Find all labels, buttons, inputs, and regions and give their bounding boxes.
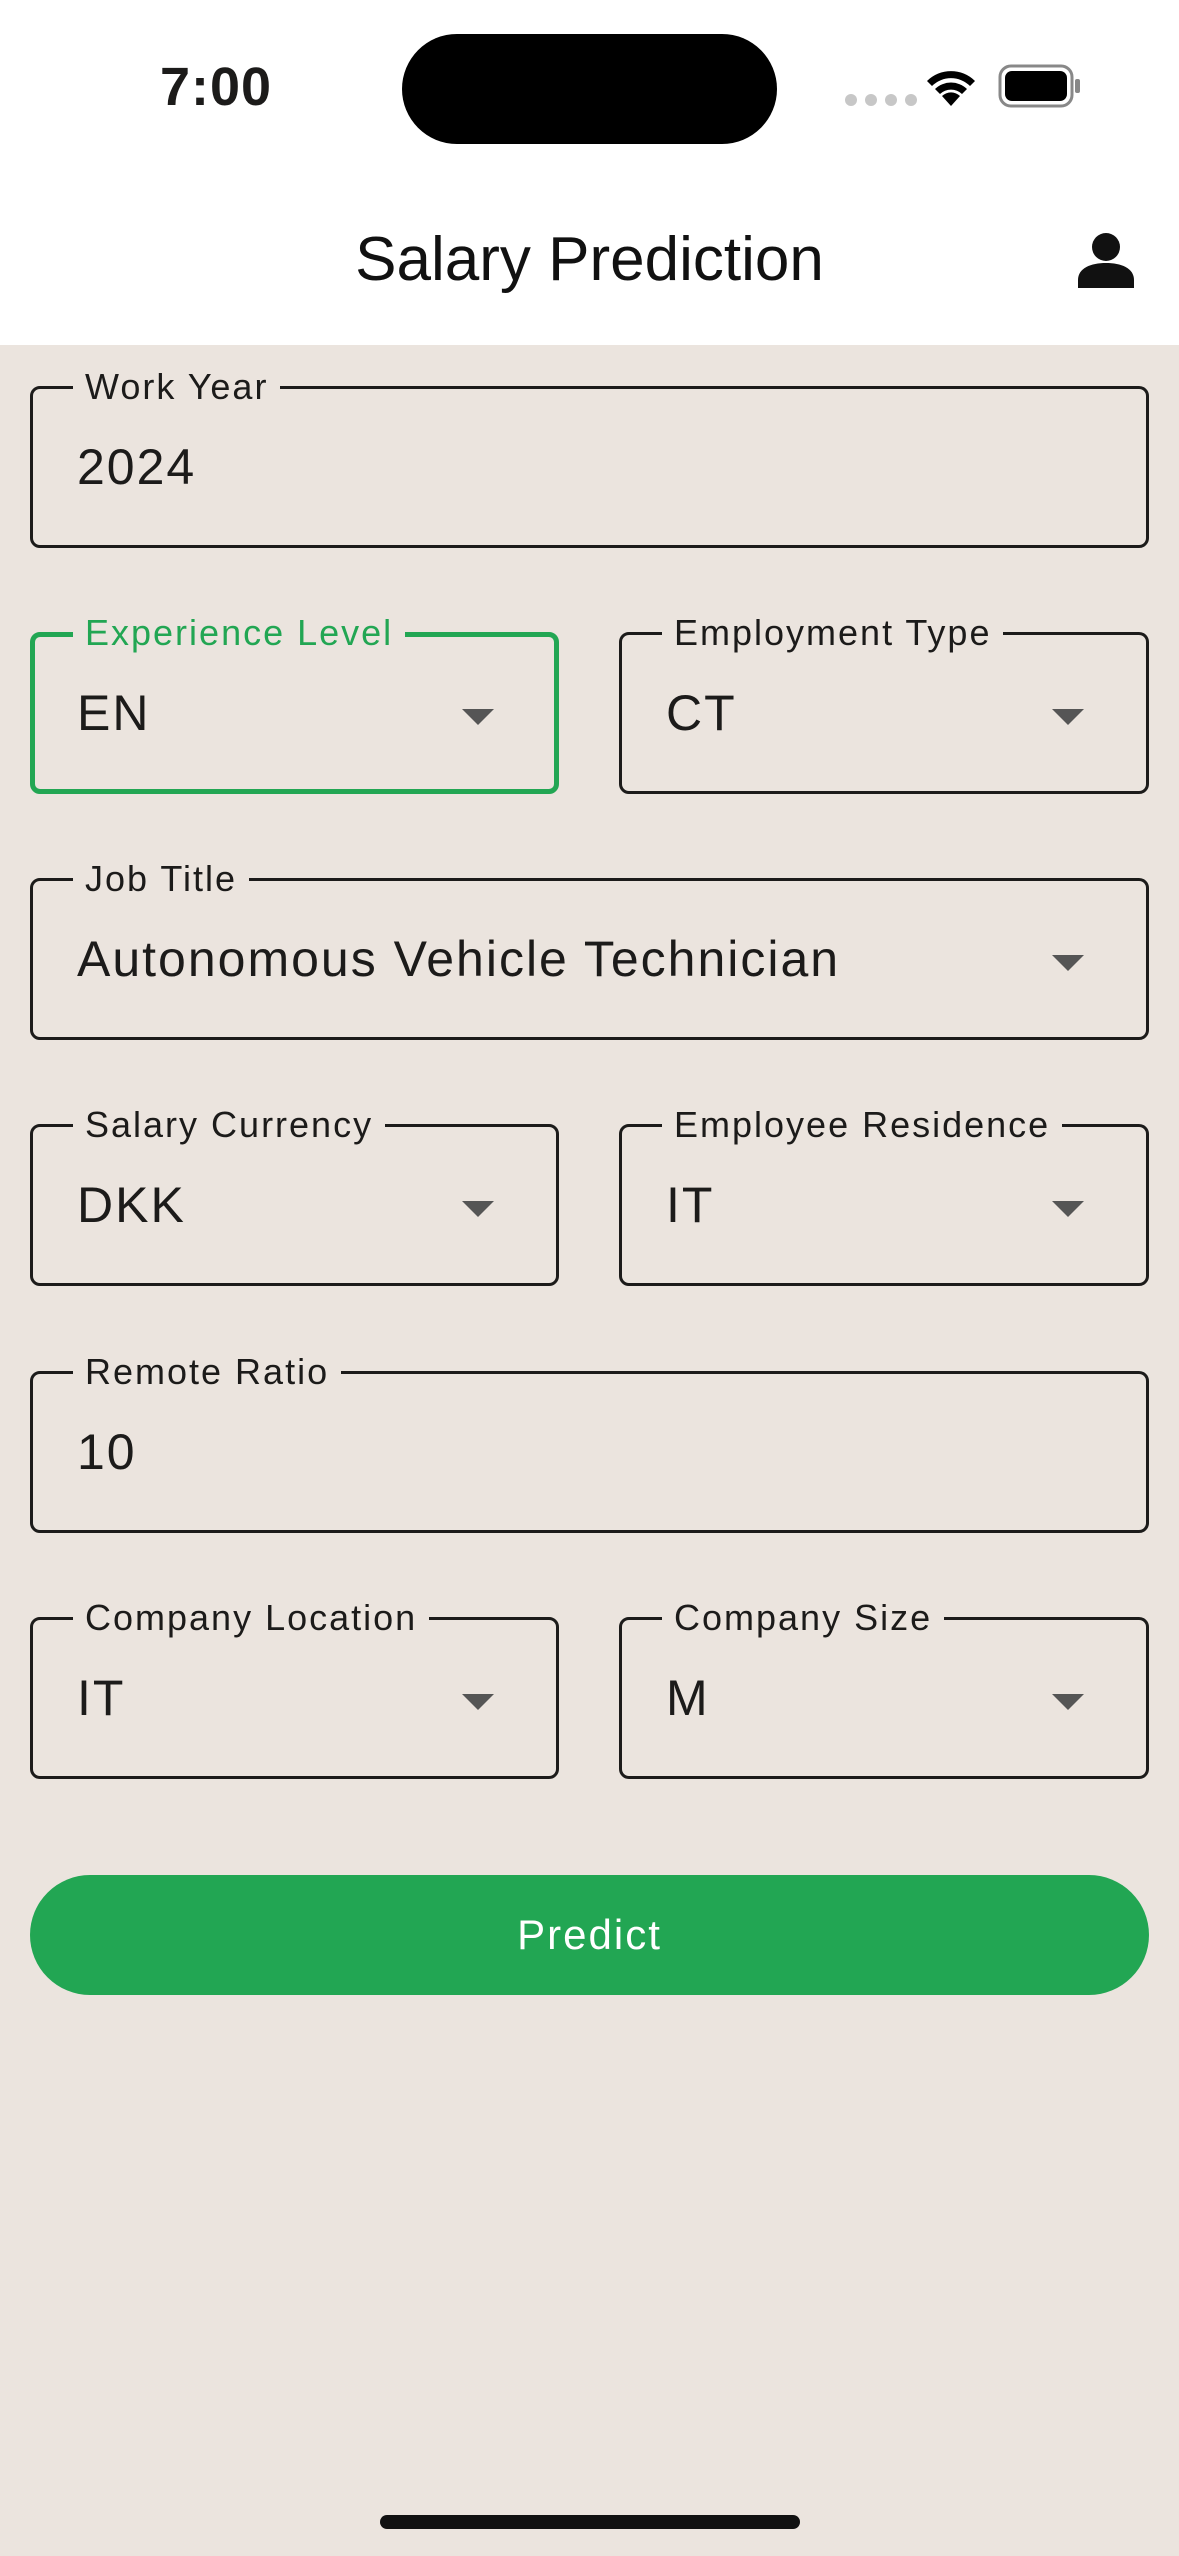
dropdown-arrow-icon[interactable] — [1052, 1694, 1084, 1710]
dropdown-arrow-icon[interactable] — [462, 1201, 494, 1217]
salary-currency-label: Salary Currency — [73, 1105, 386, 1145]
dropdown-arrow-icon[interactable] — [462, 709, 494, 725]
employee-residence-value: IT — [666, 1177, 715, 1233]
salary-currency-value: DKK — [77, 1177, 186, 1233]
job-title-value: Autonomous Vehicle Technician — [77, 931, 841, 987]
employment-type-value: CT — [666, 685, 737, 741]
employee-residence-label: Employee Residence — [662, 1105, 1063, 1145]
remote-ratio-field[interactable]: Remote Ratio 10 — [30, 1352, 1149, 1533]
company-location-label: Company Location — [73, 1598, 430, 1638]
status-time: 7:00 — [160, 57, 273, 117]
employee-residence-dropdown[interactable]: Employee Residence IT — [619, 1105, 1149, 1286]
wifi-icon — [927, 71, 975, 106]
company-size-label: Company Size — [662, 1598, 945, 1638]
cellular-signal-icon — [845, 94, 917, 106]
predict-button[interactable]: Predict — [30, 1875, 1149, 1995]
dropdown-arrow-icon[interactable] — [462, 1694, 494, 1710]
dropdown-arrow-icon[interactable] — [1052, 955, 1084, 971]
person-icon[interactable] — [1077, 232, 1135, 288]
page-title: Salary Prediction — [355, 225, 824, 294]
work-year-value[interactable]: 2024 — [77, 439, 196, 495]
job-title-dropdown[interactable]: Job Title Autonomous Vehicle Technician — [30, 859, 1149, 1040]
work-year-label: Work Year — [73, 367, 281, 407]
experience-level-dropdown[interactable]: Experience Level EN — [30, 613, 559, 794]
company-location-value: IT — [77, 1670, 126, 1726]
company-size-dropdown[interactable]: Company Size M — [619, 1598, 1149, 1779]
work-year-field[interactable]: Work Year 2024 — [30, 367, 1149, 548]
employment-type-label: Employment Type — [662, 613, 1004, 653]
dynamic-island — [402, 34, 777, 144]
employment-type-dropdown[interactable]: Employment Type CT — [619, 613, 1149, 794]
job-title-label: Job Title — [73, 859, 250, 899]
dropdown-arrow-icon[interactable] — [1052, 1201, 1084, 1217]
company-location-dropdown[interactable]: Company Location IT — [30, 1598, 559, 1779]
dropdown-arrow-icon[interactable] — [1052, 709, 1084, 725]
remote-ratio-value[interactable]: 10 — [77, 1424, 137, 1480]
experience-level-label: Experience Level — [73, 613, 406, 653]
home-indicator[interactable] — [380, 2515, 800, 2529]
remote-ratio-label: Remote Ratio — [73, 1352, 342, 1392]
battery-icon — [998, 64, 1080, 108]
experience-level-value: EN — [77, 685, 151, 741]
company-size-value: M — [666, 1670, 710, 1726]
salary-currency-dropdown[interactable]: Salary Currency DKK — [30, 1105, 559, 1286]
